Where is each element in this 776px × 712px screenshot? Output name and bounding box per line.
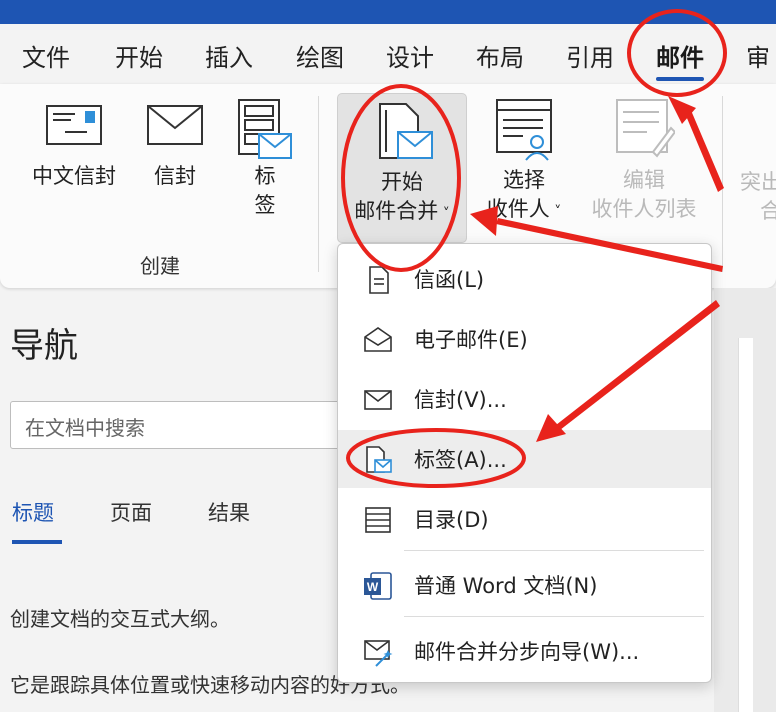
start-mail-merge-label: 开始 邮件合并 ˅ xyxy=(338,168,466,229)
envelope-icon xyxy=(364,390,392,410)
tab-file[interactable]: 文件 xyxy=(22,38,70,73)
start-mail-merge-icon xyxy=(379,103,433,159)
edit-recipient-list-label-line2: 收件人列表 xyxy=(591,197,697,221)
email-message-icon xyxy=(364,327,392,352)
menu-item-label: 标签(A)... xyxy=(414,448,507,472)
edit-recipient-list-button[interactable]: 编辑 收件人列表 xyxy=(583,98,705,224)
highlight-fields-label-line1: 突出 xyxy=(740,170,776,194)
labels-icon xyxy=(366,446,392,473)
search-input[interactable]: 在文档中搜索 xyxy=(10,401,350,449)
highlight-fields-button[interactable]: 突出 合 xyxy=(740,168,776,226)
ribbon-tab-bar: 文件 开始 插入 绘图 设计 布局 引用 邮件 审 xyxy=(0,24,776,84)
scrollbar[interactable] xyxy=(738,338,753,712)
select-recipients-button[interactable]: 选择 收件人 ˅ xyxy=(474,98,574,227)
menu-separator xyxy=(404,616,704,617)
chevron-down-icon: ˅ xyxy=(438,206,450,222)
start-mail-merge-button[interactable]: 开始 邮件合并 ˅ xyxy=(337,93,467,243)
envelope-button[interactable]: 信封 xyxy=(140,102,210,191)
chevron-down-icon: ˅ xyxy=(549,204,562,220)
ribbon-separator-2 xyxy=(722,96,723,272)
create-group-label: 创建 xyxy=(140,254,180,278)
navigation-hint-line1: 创建文档的交互式大纲。 xyxy=(10,607,230,631)
menu-item-envelopes[interactable]: 信封(V)... xyxy=(338,370,711,428)
menu-item-labels[interactable]: 标签(A)... xyxy=(338,430,711,488)
start-mail-merge-label-line1: 开始 xyxy=(381,170,423,194)
highlight-fields-label-line2: 合 xyxy=(760,199,776,223)
tab-headings[interactable]: 标题 xyxy=(12,497,54,527)
title-bar xyxy=(0,0,776,24)
menu-item-directory[interactable]: 目录(D) xyxy=(338,490,711,548)
menu-item-label: 目录(D) xyxy=(414,508,489,532)
envelope-label: 信封 xyxy=(154,164,196,188)
menu-separator xyxy=(404,550,704,551)
menu-item-step-by-step-wizard[interactable]: 邮件合并分步向导(W)... xyxy=(338,622,711,680)
tab-results[interactable]: 结果 xyxy=(208,497,250,527)
chinese-envelope-icon xyxy=(46,105,102,145)
tab-layout[interactable]: 布局 xyxy=(476,38,524,73)
tab-review[interactable]: 审 xyxy=(746,38,770,73)
word-document-icon: W xyxy=(364,572,392,600)
recipients-list-icon xyxy=(496,99,552,161)
chinese-envelope-button[interactable]: 中文信封 xyxy=(24,102,124,191)
wizard-icon xyxy=(364,640,393,667)
labels-label-line1: 标 xyxy=(254,164,276,188)
directory-icon xyxy=(365,507,391,533)
menu-item-label: 信封(V)... xyxy=(414,388,507,412)
chinese-envelope-label: 中文信封 xyxy=(32,164,116,188)
labels-button[interactable]: 标 签 xyxy=(234,98,296,220)
letter-icon xyxy=(369,266,389,294)
tab-pages[interactable]: 页面 xyxy=(110,497,152,527)
document-area xyxy=(714,288,776,712)
tab-insert[interactable]: 插入 xyxy=(205,38,253,73)
ribbon-separator xyxy=(318,96,319,272)
start-mail-merge-menu: 信函(L) 电子邮件(E) 信封(V)... 标签(A)... 目录(D) W … xyxy=(337,243,712,683)
tab-design[interactable]: 设计 xyxy=(386,38,434,73)
tab-references[interactable]: 引用 xyxy=(566,38,614,73)
menu-item-label: 邮件合并分步向导(W)... xyxy=(414,640,640,664)
tab-mailings[interactable]: 邮件 xyxy=(656,38,704,81)
tab-home[interactable]: 开始 xyxy=(115,38,163,73)
navigation-pane-title: 导航 xyxy=(10,326,78,366)
envelope-icon xyxy=(147,105,203,145)
menu-item-email[interactable]: 电子邮件(E) xyxy=(338,310,711,368)
start-mail-merge-label-line2: 邮件合并 ˅ xyxy=(354,199,450,223)
menu-item-normal-word-document[interactable]: W 普通 Word 文档(N) xyxy=(338,556,711,614)
tab-draw[interactable]: 绘图 xyxy=(296,38,344,73)
select-recipients-label-line1: 选择 xyxy=(503,168,545,192)
search-placeholder: 在文档中搜索 xyxy=(25,416,145,440)
menu-item-label: 普通 Word 文档(N) xyxy=(414,574,598,598)
active-tab-underline xyxy=(12,540,62,544)
select-recipients-label-line2: 收件人 ˅ xyxy=(486,197,562,221)
menu-item-letters[interactable]: 信函(L) xyxy=(338,250,711,308)
menu-item-label: 信函(L) xyxy=(414,268,485,292)
edit-list-icon xyxy=(616,99,675,158)
menu-item-label: 电子邮件(E) xyxy=(414,328,528,352)
labels-label-line2: 签 xyxy=(254,193,276,217)
edit-recipient-list-label-line1: 编辑 xyxy=(623,168,665,192)
svg-text:W: W xyxy=(367,580,379,594)
labels-icon xyxy=(238,99,292,159)
